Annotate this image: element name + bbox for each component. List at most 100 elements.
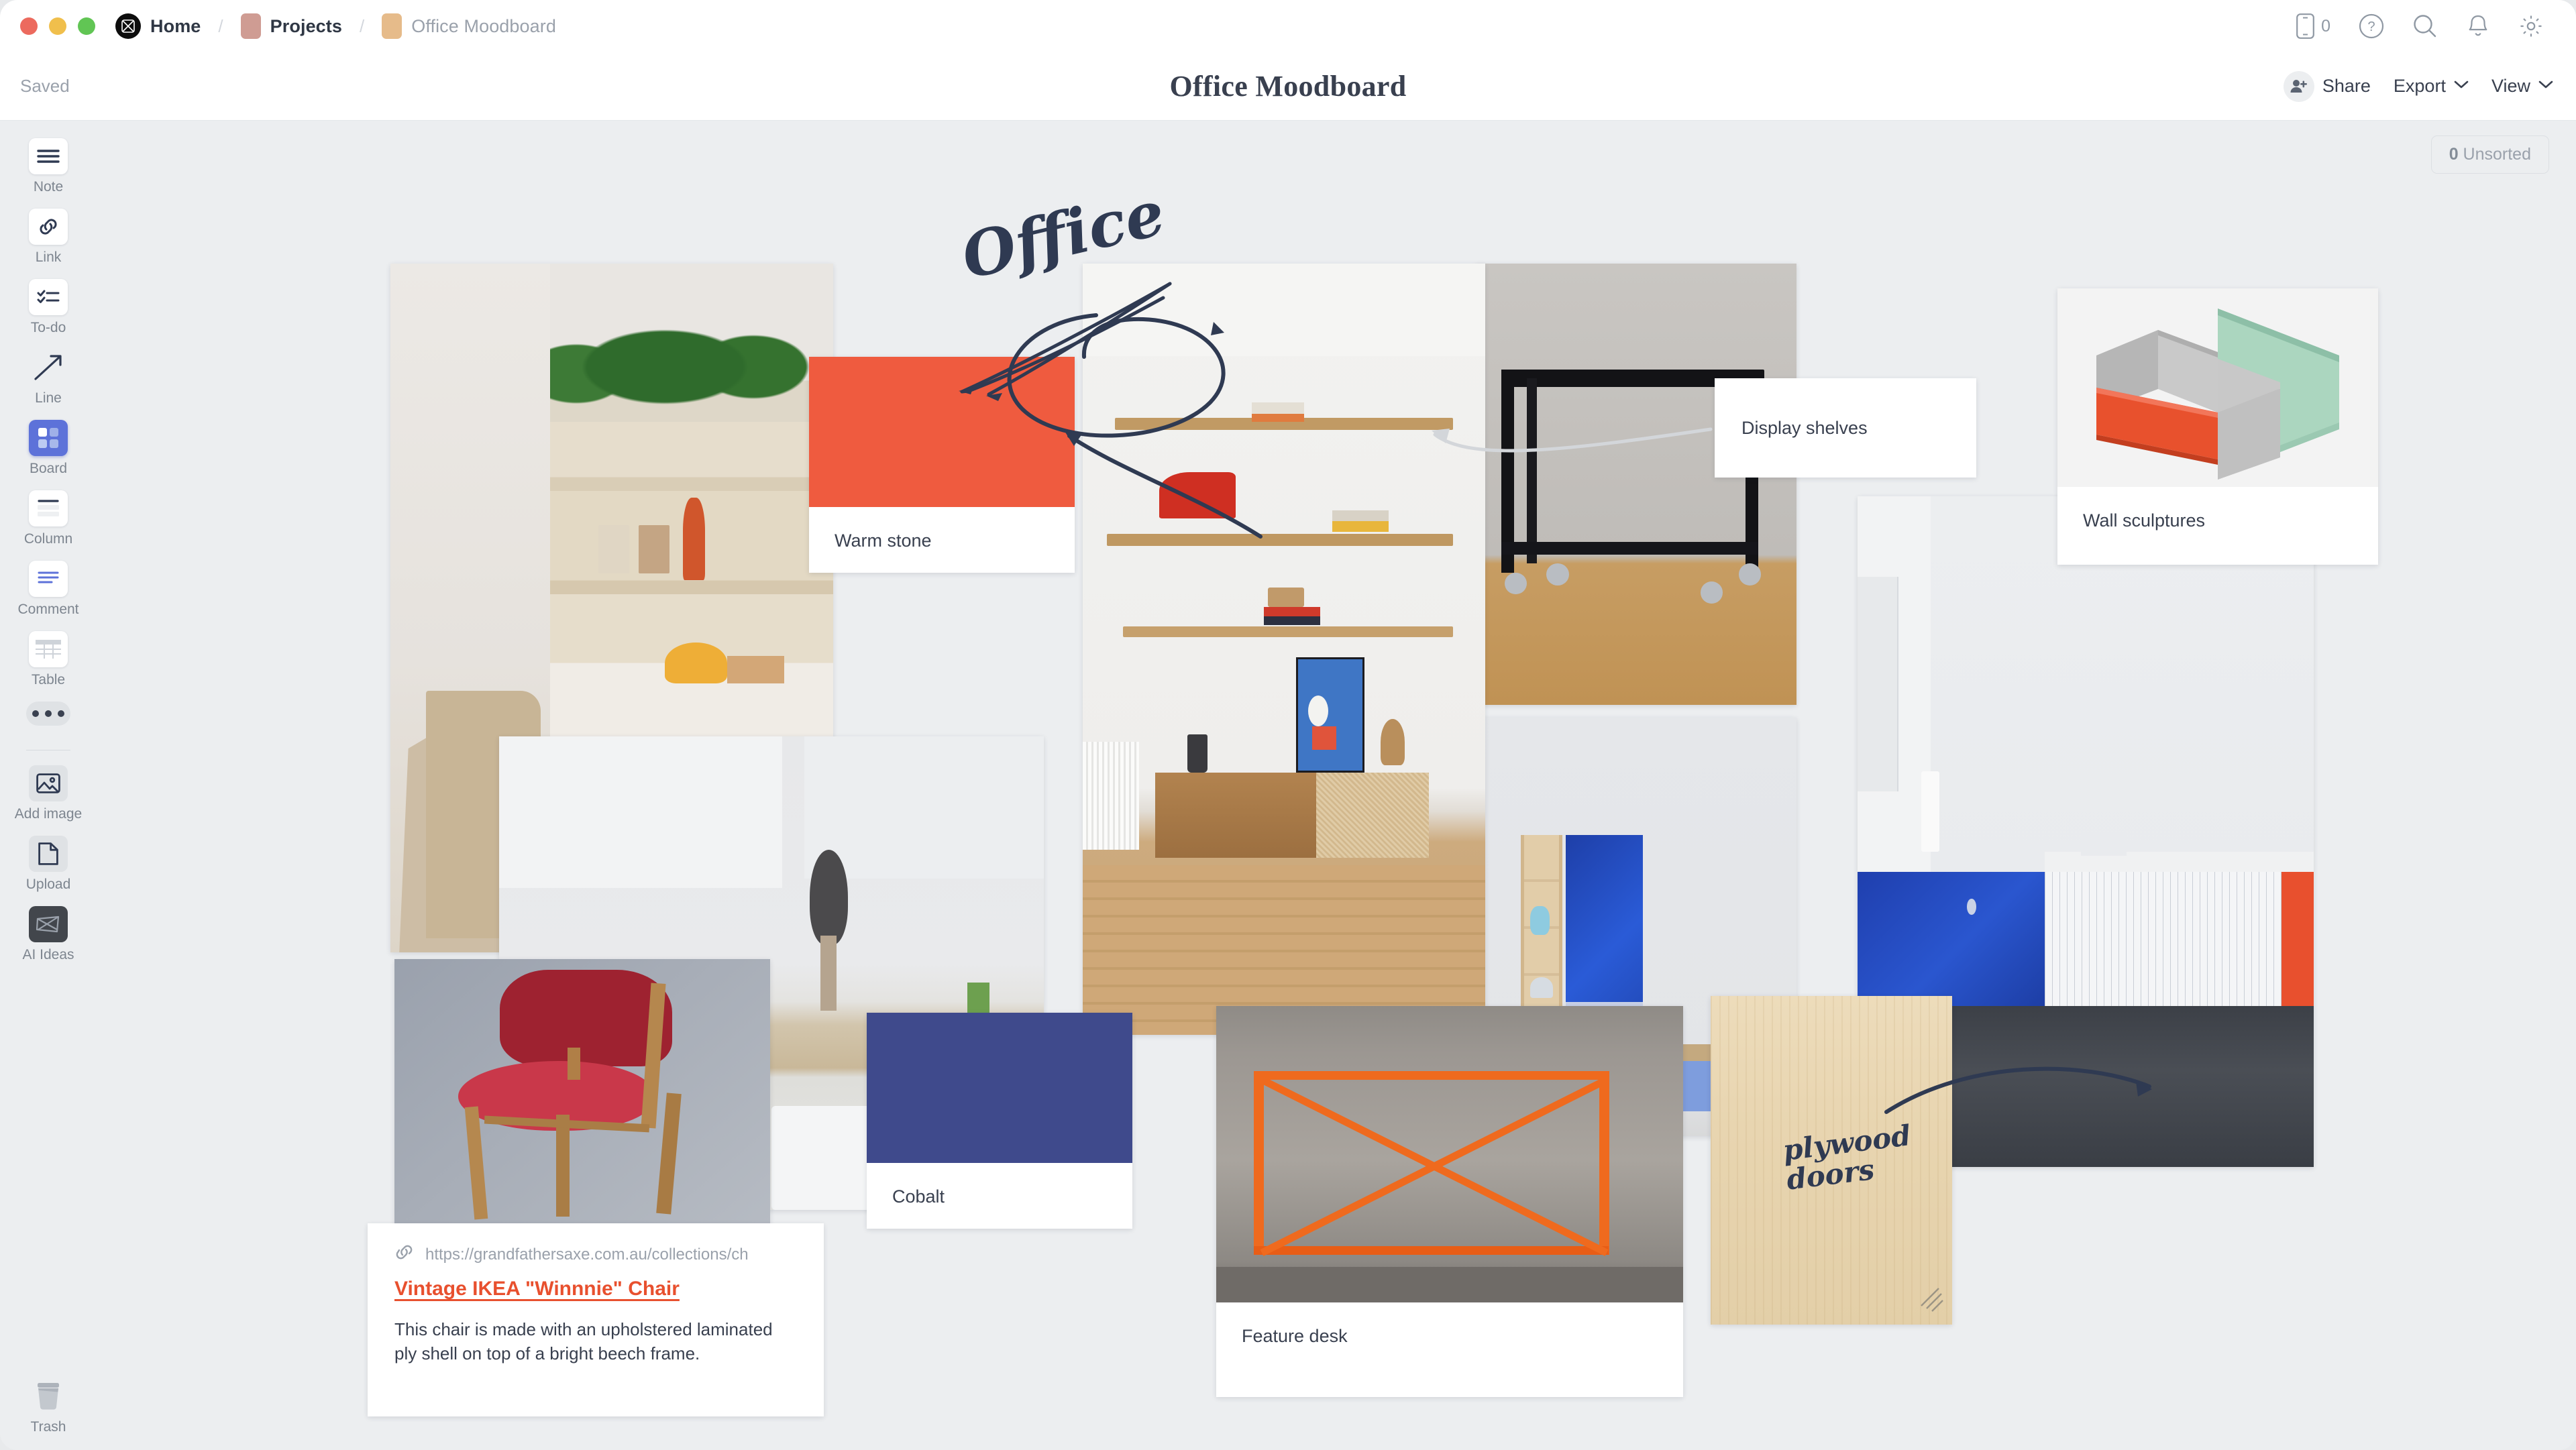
card-feature-desk[interactable]: Feature desk [1216,1006,1683,1397]
maximize-window-button[interactable] [78,17,95,35]
sidebar-tool-label-note: Note [33,179,64,194]
card-vintage-chair-link[interactable]: https://grandfathersaxe.com.au/collectio… [368,1223,824,1416]
link-card-description: This chair is made with an upholstered l… [394,1319,773,1363]
board-actions: Share Export View [2283,70,2553,102]
app-window: Home / Projects / Office Moodboard 0 ? S… [0,0,2576,1450]
upload-icon [29,836,68,872]
unsorted-label: Unsorted [2463,145,2531,164]
breadcrumb-item-projects[interactable]: Projects [270,16,342,37]
sidebar-trash-label: Trash [30,1419,66,1435]
column-icon [29,490,68,526]
comment-icon [29,561,68,597]
card-feature-desk-image [1216,1006,1683,1302]
sidebar-tool-label-column: Column [23,531,73,547]
sidebar-trash[interactable]: Trash [0,1378,97,1435]
settings-gear-icon[interactable] [2518,13,2544,39]
view-label: View [2491,76,2530,96]
folder-chip-icon-current [382,13,402,39]
top-bar-actions: 0 ? [2296,13,2560,39]
card-warm-stone-caption: Warm stone [835,530,932,551]
sidebar-tool-link[interactable]: Link [0,209,97,266]
share-button[interactable]: Share [2283,70,2371,102]
card-shelves-room-image [1083,264,1485,1035]
card-wall-sculptures-image [2057,288,2378,487]
card-warm-stone-swatch [809,357,1075,507]
tool-sidebar: Note Link To-do Line Board Column Commen… [0,121,97,1450]
mobile-icon[interactable]: 0 [2296,13,2330,39]
export-label: Export [2393,76,2446,96]
sidebar-tool-board[interactable]: Board [0,420,97,477]
card-red-chair-image [394,959,770,1227]
card-wall-sculptures-caption: Wall sculptures [2083,510,2206,531]
card-display-shelves-caption: Display shelves [1741,417,1868,438]
sidebar-tool-todo[interactable]: To-do [0,279,97,336]
minimize-window-button[interactable] [49,17,66,35]
link-card-body: https://grandfathersaxe.com.au/collectio… [368,1223,824,1389]
sidebar-tool-label-add-image: Add image [14,806,83,822]
note-icon [29,138,68,174]
breadcrumb-item-home[interactable]: Home [150,16,201,37]
line-arrow-icon [29,349,68,386]
todo-icon [29,279,68,315]
card-red-chair[interactable] [394,959,770,1227]
unsorted-badge[interactable]: 0 Unsorted [2430,135,2549,174]
help-icon[interactable]: ? [2359,13,2384,39]
card-wall-sculptures[interactable]: Wall sculptures [2057,288,2378,565]
sidebar-tool-table[interactable]: Table [0,631,97,688]
link-card-url: https://grandfathersaxe.com.au/collectio… [425,1245,749,1264]
sidebar-tool-more[interactable] [0,702,97,726]
unsorted-count: 0 [2449,145,2459,164]
link-card-title[interactable]: Vintage IKEA "Winnnie" Chair [394,1278,797,1300]
share-label: Share [2322,76,2371,96]
add-image-icon [29,765,68,801]
breadcrumb-separator-2: / [360,15,365,36]
link-icon [29,209,68,245]
card-warm-stone[interactable]: Warm stone [809,357,1075,573]
sidebar-tool-label-todo: To-do [30,320,66,335]
close-window-button[interactable] [20,17,38,35]
search-icon[interactable] [2412,13,2438,39]
board-icon [29,420,68,456]
link-card-url-row: https://grandfathersaxe.com.au/collectio… [394,1243,797,1266]
trash-icon [29,1378,68,1414]
sidebar-tool-label-line: Line [35,390,62,406]
card-black-trolley[interactable] [1476,264,1796,705]
top-bar: Home / Projects / Office Moodboard 0 ? [0,0,2576,52]
page-title: Office Moodboard [1169,70,1407,103]
svg-text:?: ? [2367,19,2375,34]
board-canvas[interactable]: 0 Unsorted Warm stone Display shelves Wa… [97,121,2576,1450]
card-cobalt-caption: Cobalt [892,1186,945,1207]
card-shelves-room[interactable] [1083,264,1485,1035]
milanote-logo-icon[interactable] [115,13,141,39]
export-button[interactable]: Export [2394,76,2469,97]
chevron-down-icon-view [2538,80,2553,93]
board-header: Saved Office Moodboard Share Export View [0,52,2576,121]
card-display-shelves[interactable]: Display shelves [1715,378,1976,478]
sidebar-tool-label-table: Table [31,672,66,687]
chevron-down-icon-export [2454,80,2469,93]
view-button[interactable]: View [2491,76,2553,97]
add-person-icon [2283,70,2314,102]
sidebar-tool-upload[interactable]: Upload [0,836,97,893]
notifications-bell-icon[interactable] [2466,13,2490,39]
folder-chip-icon-projects [240,13,261,39]
sidebar-tool-note[interactable]: Note [0,138,97,195]
sidebar-tool-add-image[interactable]: Add image [0,765,97,822]
ai-ideas-icon [29,906,68,942]
sidebar-tool-ai-ideas[interactable]: AI Ideas [0,906,97,963]
card-cobalt-swatch [867,1013,1132,1163]
mobile-count: 0 [2321,16,2330,36]
sidebar-tool-label-board: Board [29,461,68,476]
card-cobalt[interactable]: Cobalt [867,1013,1132,1229]
breadcrumb-item-current: Office Moodboard [411,15,556,36]
sidebar-tool-column[interactable]: Column [0,490,97,547]
sidebar-tool-line[interactable]: Line [0,349,97,406]
sidebar-tool-label-link: Link [35,249,62,265]
window-traffic-lights [20,17,95,35]
card-black-trolley-image [1476,264,1796,705]
sidebar-tool-comment[interactable]: Comment [0,561,97,618]
breadcrumb: Home / Projects / Office Moodboard [115,13,556,39]
table-icon [29,631,68,667]
link-icon-small [394,1243,415,1266]
more-dots-icon [26,702,70,726]
